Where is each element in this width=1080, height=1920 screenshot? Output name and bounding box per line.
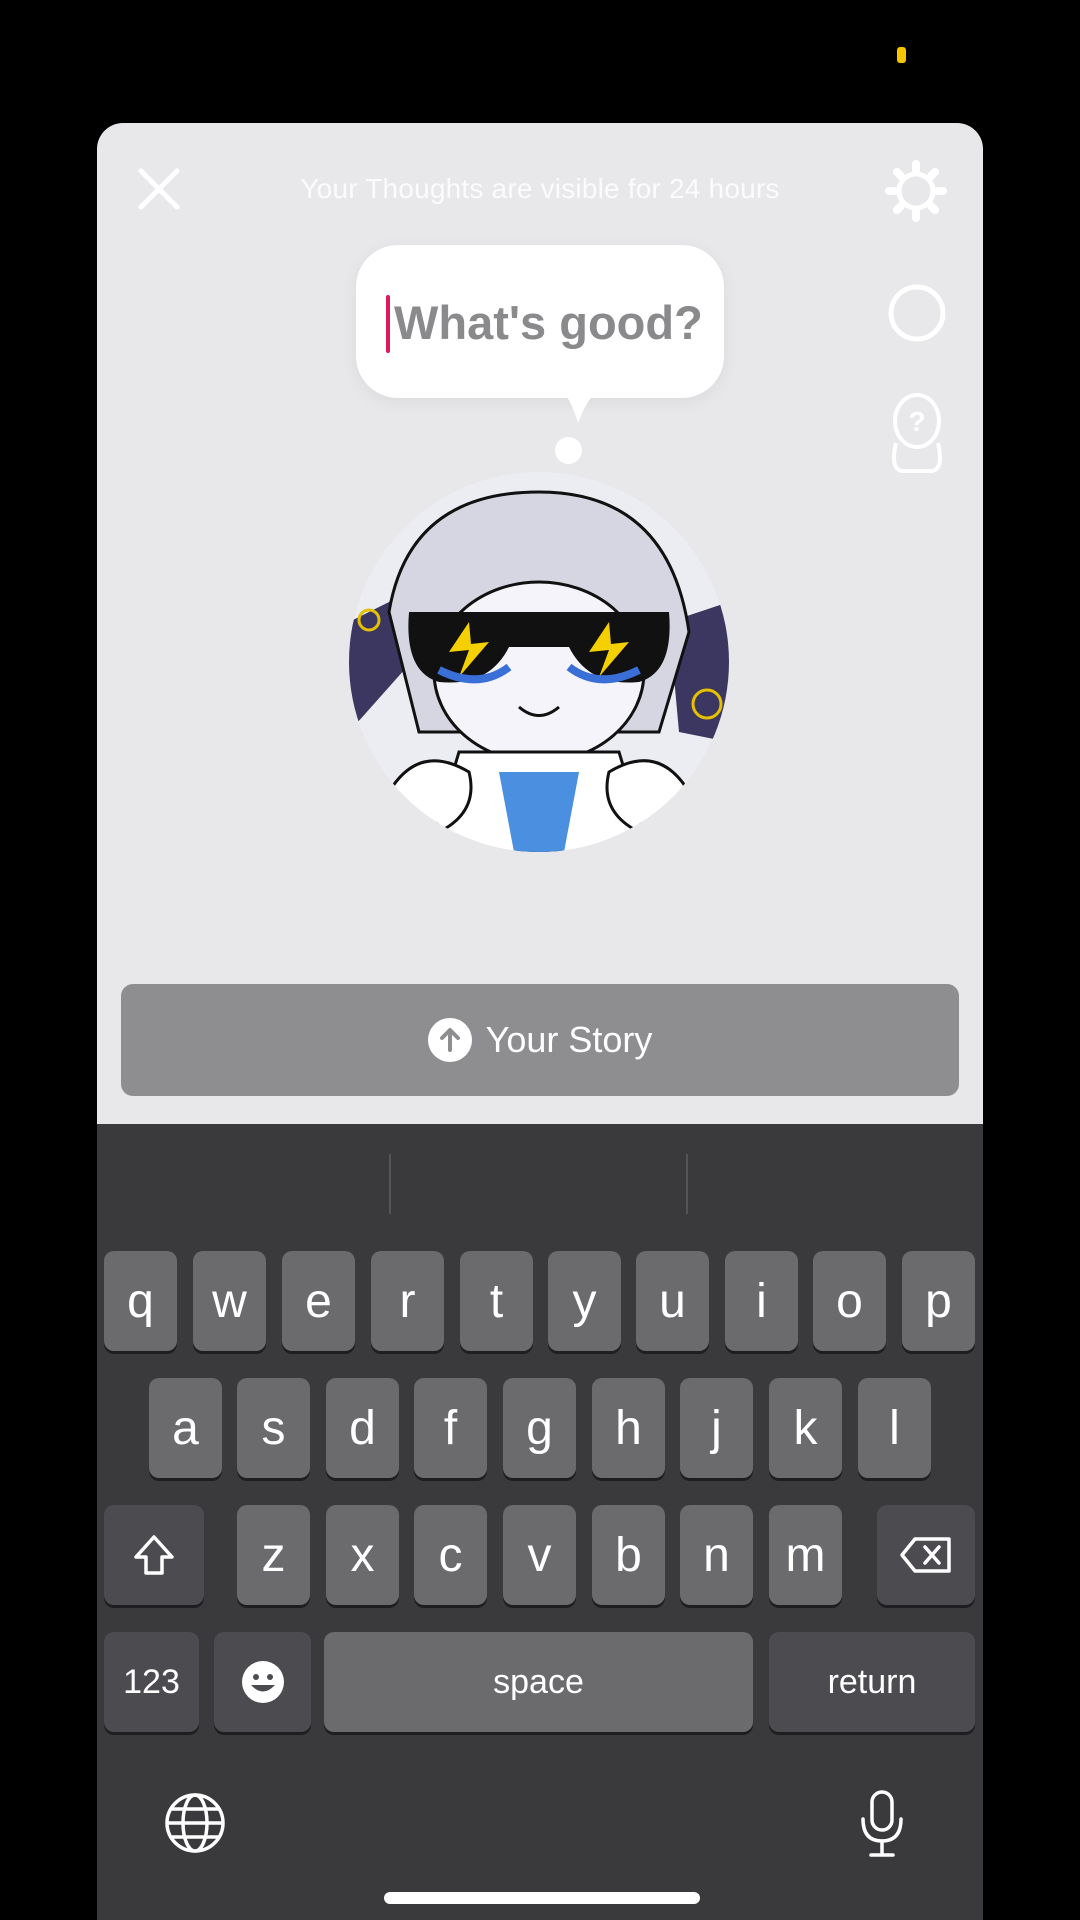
suggestion-divider bbox=[389, 1154, 391, 1214]
key-w[interactable]: w bbox=[193, 1251, 266, 1351]
recording-indicator bbox=[897, 47, 906, 63]
key-v[interactable]: v bbox=[503, 1505, 576, 1605]
arrow-up-icon bbox=[427, 1018, 472, 1062]
key-u[interactable]: u bbox=[636, 1251, 709, 1351]
bitmoji-avatar bbox=[349, 472, 729, 852]
ring-icon bbox=[888, 284, 946, 342]
story-button-label: Your Story bbox=[485, 1019, 653, 1060]
key-i[interactable]: i bbox=[725, 1251, 798, 1351]
key-y[interactable]: y bbox=[548, 1251, 621, 1351]
key-p[interactable]: p bbox=[902, 1251, 975, 1351]
color-ring-button[interactable] bbox=[887, 283, 947, 343]
thought-bubble bbox=[356, 245, 724, 398]
emoji-key[interactable] bbox=[214, 1632, 311, 1732]
key-j[interactable]: j bbox=[680, 1378, 753, 1478]
bubble-tail bbox=[556, 385, 606, 423]
thoughts-sheet: Your Thoughts are visible for 24 hours ?… bbox=[97, 123, 983, 1920]
settings-button[interactable] bbox=[885, 160, 947, 222]
key-x[interactable]: x bbox=[326, 1505, 399, 1605]
home-indicator bbox=[384, 1892, 700, 1904]
dictation-button[interactable] bbox=[859, 1789, 905, 1864]
key-g[interactable]: g bbox=[503, 1378, 576, 1478]
bitmoji-help-button[interactable]: ? bbox=[882, 391, 952, 477]
close-button[interactable] bbox=[135, 165, 183, 213]
thought-input[interactable] bbox=[386, 287, 704, 357]
key-q[interactable]: q bbox=[104, 1251, 177, 1351]
bubble-dot bbox=[555, 437, 582, 464]
key-k[interactable]: k bbox=[769, 1378, 842, 1478]
globe-button[interactable] bbox=[163, 1791, 227, 1860]
key-d[interactable]: d bbox=[326, 1378, 399, 1478]
key-l[interactable]: l bbox=[858, 1378, 931, 1478]
key-c[interactable]: c bbox=[414, 1505, 487, 1605]
key-z[interactable]: z bbox=[237, 1505, 310, 1605]
svg-text:?: ? bbox=[908, 406, 925, 437]
suggestion-divider bbox=[686, 1154, 688, 1214]
key-f[interactable]: f bbox=[414, 1378, 487, 1478]
key-n[interactable]: n bbox=[680, 1505, 753, 1605]
key-b[interactable]: b bbox=[592, 1505, 665, 1605]
backspace-icon bbox=[900, 1537, 951, 1573]
emoji-icon bbox=[241, 1661, 284, 1703]
numbers-key[interactable]: 123 bbox=[104, 1632, 199, 1732]
key-o[interactable]: o bbox=[813, 1251, 886, 1351]
help-bitmoji-icon: ? bbox=[892, 393, 942, 473]
microphone-icon bbox=[861, 1790, 903, 1857]
return-key[interactable]: return bbox=[769, 1632, 975, 1732]
globe-icon bbox=[165, 1793, 225, 1853]
key-a[interactable]: a bbox=[149, 1378, 222, 1478]
keyboard: q w e r t y u i o p a s d f g h j k l z … bbox=[97, 1124, 983, 1920]
key-t[interactable]: t bbox=[460, 1251, 533, 1351]
delete-key[interactable] bbox=[877, 1505, 975, 1605]
gear-icon bbox=[885, 160, 947, 222]
space-key[interactable]: space bbox=[324, 1632, 753, 1732]
post-to-story-button[interactable]: Your Story bbox=[121, 984, 959, 1096]
shift-icon bbox=[134, 1535, 174, 1575]
key-e[interactable]: e bbox=[282, 1251, 355, 1351]
key-h[interactable]: h bbox=[592, 1378, 665, 1478]
key-s[interactable]: s bbox=[237, 1378, 310, 1478]
shift-key[interactable] bbox=[104, 1505, 204, 1605]
visibility-caption: Your Thoughts are visible for 24 hours bbox=[300, 173, 780, 204]
close-icon bbox=[138, 168, 180, 210]
key-m[interactable]: m bbox=[769, 1505, 842, 1605]
key-r[interactable]: r bbox=[371, 1251, 444, 1351]
